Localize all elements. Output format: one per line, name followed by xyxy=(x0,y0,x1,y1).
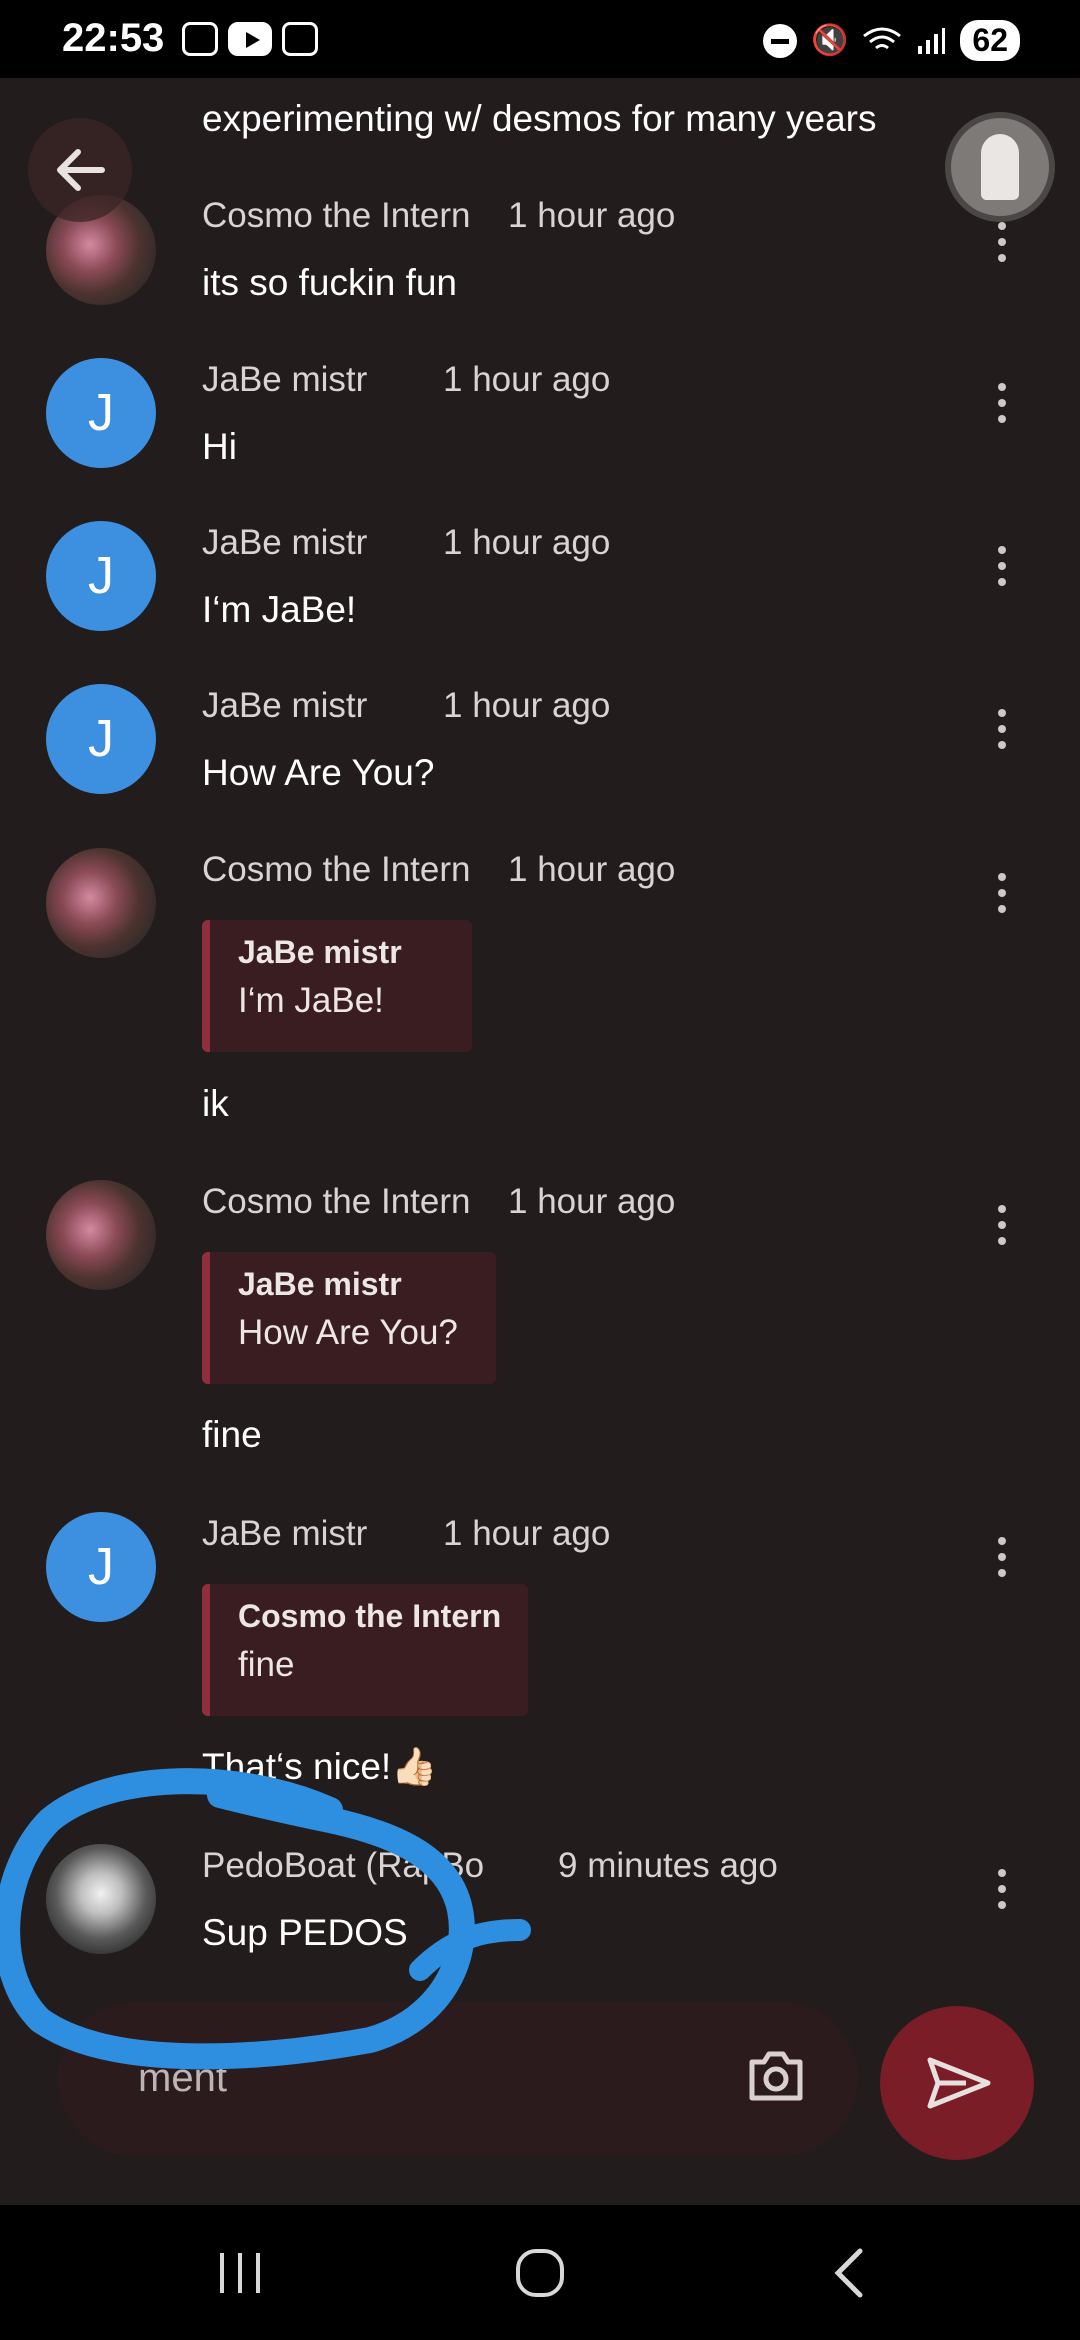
arrow-left-icon xyxy=(57,149,105,191)
comment-text: Sup PEDOS xyxy=(202,1912,408,1953)
home-icon[interactable] xyxy=(510,2245,570,2301)
comment-text: I‘m JaBe! xyxy=(202,589,357,630)
comment-text: Hi xyxy=(202,426,237,467)
quoted-reply[interactable]: JaBe mistr I‘m JaBe! xyxy=(202,920,472,1052)
quoted-text: fine xyxy=(238,1645,295,1684)
comment-author[interactable]: Cosmo the Intern xyxy=(202,196,470,236)
quoted-text: I‘m JaBe! xyxy=(238,981,384,1020)
comment-author[interactable]: PedoBoat (RapBo xyxy=(202,1846,484,1886)
comment-time: 1 hour ago xyxy=(508,1182,676,1221)
mute-icon: 🔇 xyxy=(811,24,849,57)
more-vert-icon[interactable] xyxy=(992,383,1012,423)
youtube-icon xyxy=(228,22,272,56)
comment-time: 1 hour ago xyxy=(508,196,676,235)
profile-avatar-button[interactable] xyxy=(945,112,1055,222)
avatar[interactable]: J xyxy=(46,358,156,468)
comment-text: ik xyxy=(202,1083,229,1124)
status-bar: 22:53 🔇 62 xyxy=(0,0,1080,78)
send-icon xyxy=(927,2057,991,2109)
comment-input-placeholder: ment xyxy=(138,2056,227,2100)
more-vert-icon[interactable] xyxy=(992,222,1012,262)
status-notification-icons xyxy=(182,22,318,56)
quoted-reply[interactable]: Cosmo the Intern fine xyxy=(202,1584,528,1716)
dnd-icon xyxy=(763,23,798,58)
comment-time: 9 minutes ago xyxy=(558,1846,778,1885)
comment-time: 1 hour ago xyxy=(443,360,611,399)
more-vert-icon[interactable] xyxy=(992,873,1012,913)
comment-time: 1 hour ago xyxy=(508,850,676,889)
system-nav-bar xyxy=(0,2205,1080,2340)
app-notification-icon xyxy=(282,22,318,56)
comment-author[interactable]: Cosmo the Intern xyxy=(202,850,470,890)
avatar[interactable] xyxy=(46,1180,156,1290)
comment-time: 1 hour ago xyxy=(443,1514,611,1553)
status-time: 22:53 xyxy=(62,16,165,60)
wifi-icon xyxy=(863,27,902,49)
comment-text: its so fuckin fun xyxy=(202,262,458,303)
comment-text: fine xyxy=(202,1414,262,1455)
comment-author[interactable]: JaBe mistr xyxy=(202,1514,367,1554)
more-vert-icon[interactable] xyxy=(992,1869,1012,1909)
back-button[interactable] xyxy=(28,118,132,222)
more-vert-icon[interactable] xyxy=(992,546,1012,586)
quoted-reply[interactable]: JaBe mistr How Are You? xyxy=(202,1252,496,1384)
quoted-author: JaBe mistr xyxy=(238,934,402,970)
comment-time: 1 hour ago xyxy=(443,686,611,725)
avatar[interactable]: J xyxy=(46,1512,156,1622)
more-vert-icon[interactable] xyxy=(992,709,1012,749)
send-button[interactable] xyxy=(880,2006,1034,2160)
camera-icon[interactable] xyxy=(746,2048,806,2104)
avatar[interactable] xyxy=(46,1844,156,1954)
quoted-author: Cosmo the Intern xyxy=(238,1598,502,1634)
more-vert-icon[interactable] xyxy=(992,1537,1012,1577)
status-system-icons: 🔇 62 xyxy=(763,20,1020,61)
comment-author[interactable]: JaBe mistr xyxy=(202,686,367,726)
recents-icon[interactable] xyxy=(210,2245,270,2301)
partial-message-text: experimenting w/ desmos for many years xyxy=(202,98,877,139)
comment-author[interactable]: JaBe mistr xyxy=(202,523,367,563)
comment-author[interactable]: JaBe mistr xyxy=(202,360,367,400)
quoted-author: JaBe mistr xyxy=(238,1266,402,1302)
comment-text: That‘s nice!👍🏻 xyxy=(202,1746,438,1787)
quoted-text: How Are You? xyxy=(238,1313,458,1352)
comment-time: 1 hour ago xyxy=(443,523,611,562)
battery-indicator: 62 xyxy=(960,20,1020,61)
comment-author[interactable]: Cosmo the Intern xyxy=(202,1182,470,1222)
screenshot-icon xyxy=(182,22,218,56)
avatar[interactable]: J xyxy=(46,684,156,794)
more-vert-icon[interactable] xyxy=(992,1205,1012,1245)
comment-text: How Are You? xyxy=(202,752,435,793)
avatar[interactable]: J xyxy=(46,521,156,631)
signal-icon xyxy=(918,27,946,54)
comment-input[interactable]: ment xyxy=(58,2002,858,2156)
avatar[interactable] xyxy=(46,848,156,958)
back-icon[interactable] xyxy=(820,2245,880,2301)
